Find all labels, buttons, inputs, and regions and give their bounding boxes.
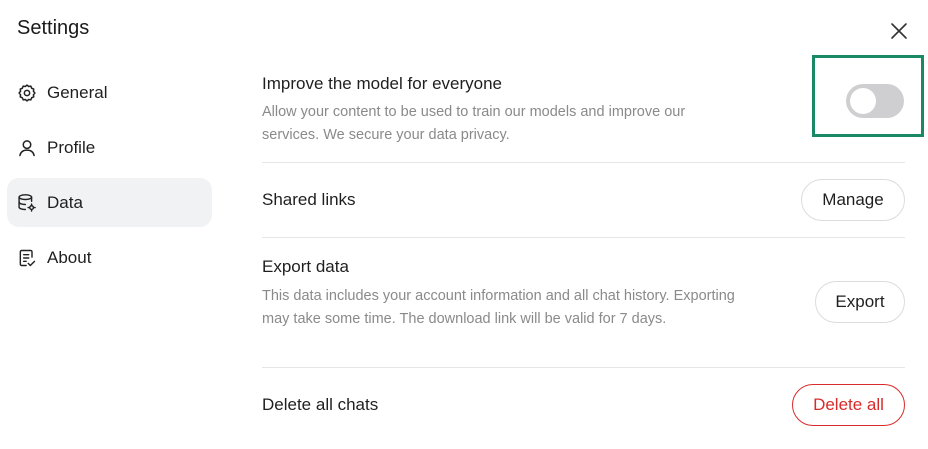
document-check-icon bbox=[17, 248, 37, 268]
delete-all-button[interactable]: Delete all bbox=[792, 384, 905, 426]
sidebar-item-label: General bbox=[47, 82, 108, 102]
close-button[interactable] bbox=[886, 18, 912, 44]
data-settings-panel: Improve the model for everyone Allow you… bbox=[262, 60, 905, 442]
export-data-title: Export data bbox=[262, 257, 349, 276]
toggle-knob bbox=[850, 88, 876, 114]
close-icon bbox=[891, 23, 907, 39]
sidebar-item-general[interactable]: General bbox=[7, 68, 212, 117]
export-button[interactable]: Export bbox=[815, 281, 905, 323]
improve-model-description: Allow your content to be used to train o… bbox=[262, 104, 686, 143]
export-data-description: This data includes your account informat… bbox=[262, 288, 735, 327]
sidebar-item-label: About bbox=[47, 247, 92, 267]
person-icon bbox=[17, 138, 37, 158]
sidebar-item-data[interactable]: Data bbox=[7, 178, 212, 227]
sidebar-item-label: Profile bbox=[47, 137, 96, 157]
dialog-title: Settings bbox=[17, 17, 90, 39]
export-data-row: Export data This data includes your acco… bbox=[262, 238, 905, 368]
improve-model-title: Improve the model for everyone bbox=[262, 74, 503, 93]
shared-links-title: Shared links bbox=[262, 190, 356, 209]
settings-sidebar: General Profile Data About bbox=[7, 68, 212, 288]
delete-chats-title: Delete all chats bbox=[262, 395, 379, 414]
sidebar-item-profile[interactable]: Profile bbox=[7, 123, 212, 172]
shared-links-row: Shared links Manage bbox=[262, 163, 905, 238]
sidebar-item-about[interactable]: About bbox=[7, 233, 212, 282]
improve-model-toggle[interactable] bbox=[846, 84, 904, 118]
gear-icon bbox=[17, 83, 37, 103]
sidebar-item-label: Data bbox=[47, 192, 83, 212]
improve-model-row: Improve the model for everyone Allow you… bbox=[262, 60, 905, 163]
database-gear-icon bbox=[17, 193, 37, 213]
manage-button[interactable]: Manage bbox=[801, 179, 905, 221]
delete-chats-row: Delete all chats Delete all bbox=[262, 368, 905, 442]
settings-dialog: Settings General Profile Data About Impr… bbox=[0, 0, 928, 449]
